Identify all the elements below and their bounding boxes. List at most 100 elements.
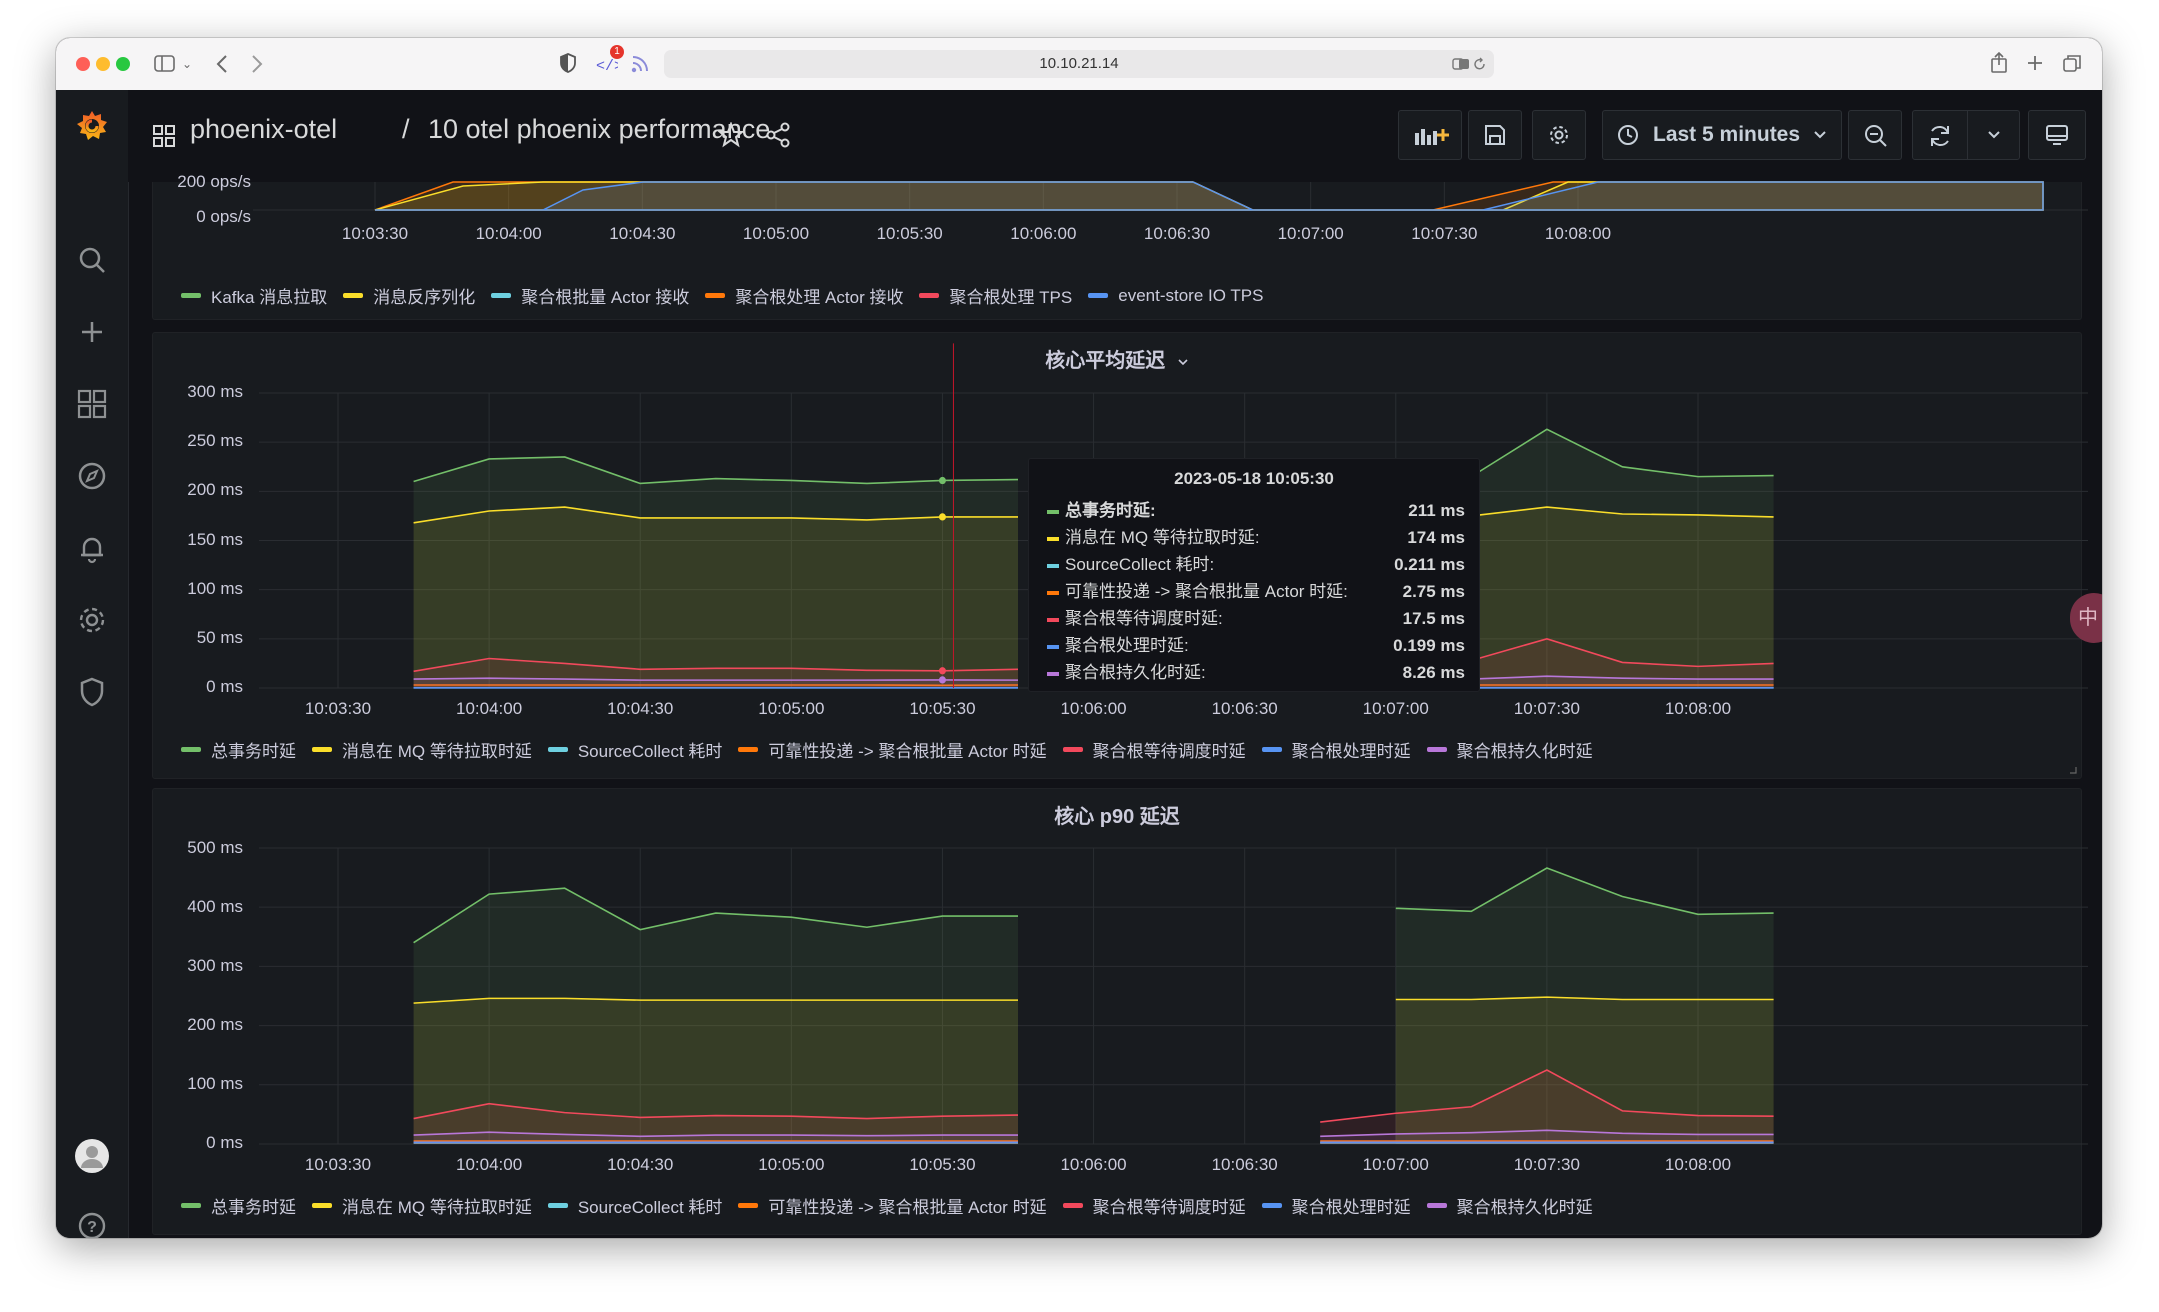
legend-item[interactable]: 消息在 MQ 等待拉取时延 (312, 1193, 532, 1218)
legend-swatch (181, 293, 201, 298)
legend-item[interactable]: 聚合根持久化时延 (1426, 1193, 1593, 1218)
maximize-window-button[interactable] (116, 57, 130, 71)
address-bar[interactable]: 10.10.21.14 (664, 50, 1494, 78)
legend-label: 聚合根处理时延 (1291, 742, 1411, 761)
refresh-icon (1931, 126, 1949, 146)
share-page-icon[interactable] (1990, 51, 2008, 73)
refresh-button[interactable] (1912, 110, 2020, 160)
save-dashboard-button[interactable] (1468, 110, 1522, 160)
legend-label: 聚合根等待调度时延 (1092, 1198, 1246, 1217)
tooltip-row: 聚合根处理时延: 0.199 ms (1047, 634, 1465, 658)
forward-icon[interactable] (250, 54, 264, 74)
minimize-window-button[interactable] (96, 57, 110, 71)
alerting-bell-icon[interactable] (74, 530, 110, 566)
explore-compass-icon[interactable] (74, 458, 110, 494)
panel-avg-latency: 核心平均延迟 300 ms 250 ms 200 ms 150 ms 100 ms 50 … (152, 332, 2082, 779)
legend-item[interactable]: event-store IO TPS (1088, 283, 1263, 308)
legend-label: 聚合根持久化时延 (1456, 742, 1593, 761)
share-icon[interactable] (766, 122, 792, 148)
tooltip-label: 聚合根处理时延: (1065, 636, 1189, 655)
browser-toolbar: ⌄ </> 1 10.10.21.14 (56, 38, 2102, 91)
series-area (375, 181, 2044, 211)
legend-label: 聚合根持久化时延 (1456, 1198, 1593, 1217)
zoom-out-button[interactable] (1848, 110, 1902, 160)
legend-item[interactable]: 聚合根批量 Actor 接收 (491, 283, 689, 308)
tooltip-swatch (1047, 644, 1059, 649)
x-tick-label: 10:05:30 (909, 699, 976, 718)
dashboard-settings-button[interactable] (1532, 110, 1586, 160)
legend-item[interactable]: 总事务时延 (181, 1193, 296, 1218)
legend-item[interactable]: 总事务时延 (181, 737, 296, 762)
translate-icon[interactable] (1452, 57, 1470, 71)
add-panel-icon (1415, 129, 1449, 145)
legend-swatch (1088, 293, 1109, 298)
legend-item[interactable]: 聚合根等待调度时延 (1062, 1193, 1246, 1218)
tab-overview-icon[interactable] (2062, 53, 2082, 73)
tooltip-row: 聚合根等待调度时延: 17.5 ms (1047, 607, 1465, 631)
back-icon[interactable] (215, 54, 229, 74)
legend-swatch (738, 1203, 759, 1208)
legend-item[interactable]: 聚合根持久化时延 (1426, 737, 1593, 762)
x-tick-label: 10:05:00 (742, 224, 810, 243)
legend-item[interactable]: 消息反序列化 (343, 283, 475, 308)
grafana-logo-icon[interactable] (74, 108, 110, 144)
legend-item[interactable]: 消息在 MQ 等待拉取时延 (312, 737, 532, 762)
reload-icon[interactable] (1473, 57, 1486, 71)
legend-label: SourceCollect 耗时 (577, 742, 723, 761)
legend-label: 聚合根处理 Actor 接收 (735, 288, 904, 307)
star-icon[interactable] (718, 122, 744, 148)
folder-link[interactable]: phoenix-otel (190, 112, 337, 146)
hover-point (938, 513, 946, 521)
refresh-interval-chevron-icon[interactable] (1987, 130, 2001, 140)
new-tab-icon[interactable] (2026, 54, 2044, 72)
add-panel-button[interactable] (1398, 110, 1462, 160)
x-tick-label: 10:04:00 (456, 1155, 523, 1174)
privacy-shield-icon[interactable] (559, 52, 577, 74)
configuration-gear-icon[interactable] (74, 602, 110, 638)
hover-point (938, 676, 946, 684)
x-tick-label: 10:07:30 (1513, 1155, 1580, 1174)
tooltip-swatch (1047, 590, 1059, 595)
browser-window: ⌄ </> 1 10.10.21.14 ? (56, 38, 2102, 1238)
search-icon[interactable] (74, 242, 110, 278)
x-tick-label: 10:04:00 (456, 699, 523, 718)
help-icon[interactable]: ? (74, 1208, 110, 1238)
legend-swatch (919, 293, 940, 298)
legend-swatch (312, 747, 332, 752)
legend-swatch (181, 747, 201, 752)
legend-item[interactable]: 聚合根处理 TPS (919, 283, 1072, 308)
gear-icon (1550, 126, 1568, 144)
legend-item[interactable]: 聚合根处理 Actor 接收 (705, 283, 903, 308)
legend-item[interactable]: 可靠性投递 -> 聚合根批量 Actor 时延 (738, 1193, 1047, 1218)
sidebar-toggle-icon[interactable] (154, 54, 176, 74)
x-tick-label: 10:03:30 (341, 224, 409, 243)
extension-badge: 1 (610, 45, 624, 59)
legend-item[interactable]: Kafka 消息拉取 (181, 283, 327, 308)
server-admin-shield-icon[interactable] (74, 674, 110, 710)
legend-item[interactable]: SourceCollect 耗时 (547, 1193, 723, 1218)
user-avatar[interactable] (74, 1138, 110, 1174)
tv-mode-button[interactable] (2028, 110, 2086, 160)
legend-item[interactable]: SourceCollect 耗时 (547, 737, 723, 762)
legend-item[interactable]: 聚合根处理时延 (1261, 1193, 1411, 1218)
legend-item[interactable]: 聚合根处理时延 (1261, 737, 1411, 762)
legend-item[interactable]: 可靠性投递 -> 聚合根批量 Actor 时延 (738, 737, 1047, 762)
resize-handle-icon[interactable] (2069, 766, 2077, 774)
legend-item[interactable]: 聚合根等待调度时延 (1062, 737, 1246, 762)
panel-legend: Kafka 消息拉取 消息反序列化 聚合根批量 Actor 接收 聚合根处理 Acto… (181, 283, 1279, 308)
time-picker-button[interactable]: Last 5 minutes (1602, 110, 1842, 160)
rss-icon[interactable] (630, 54, 652, 74)
legend-label: 消息反序列化 (373, 288, 476, 307)
dashboard-nav: phoenix-otel / 10 otel phoenix performan… (128, 90, 2102, 182)
legend-swatch (705, 293, 726, 298)
legend-swatch (547, 747, 568, 752)
dashboards-icon[interactable] (74, 386, 110, 422)
tooltip-value: 0.199 ms (1393, 636, 1465, 655)
create-plus-icon[interactable] (74, 314, 110, 350)
x-tick-label: 10:07:00 (1362, 1155, 1429, 1174)
x-tick-label: 10:06:00 (1060, 1155, 1127, 1174)
legend-label: 聚合根批量 Actor 接收 (521, 288, 690, 307)
chevron-down-icon[interactable]: ⌄ (182, 53, 192, 75)
legend-label: SourceCollect 耗时 (577, 1198, 723, 1217)
close-window-button[interactable] (76, 57, 90, 71)
